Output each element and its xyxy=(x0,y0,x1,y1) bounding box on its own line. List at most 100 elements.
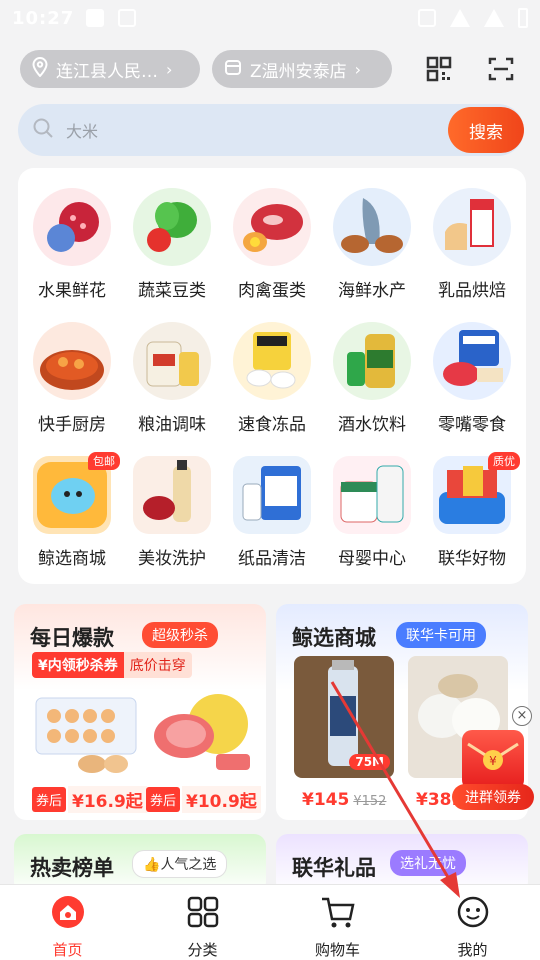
hand-cream-price: ¥145 ¥152 xyxy=(302,790,386,810)
category-label: 水果鲜花 xyxy=(38,281,106,301)
vegetable-icon xyxy=(133,188,211,266)
category-item[interactable]: 海鲜水产 xyxy=(322,188,422,308)
frozen-food-icon xyxy=(233,322,311,400)
category-item[interactable]: 粮油调味 xyxy=(122,322,222,442)
join-group-coupon-button[interactable]: 进群领券 xyxy=(452,784,534,810)
nav-home-label: 首页 xyxy=(52,941,83,959)
category-label: 零嘴零食 xyxy=(438,415,506,435)
hot-ranking-title: 热卖榜单 xyxy=(30,856,114,880)
grain-oil-icon xyxy=(133,322,211,400)
group-coupon-float[interactable]: × ¥ 进群领券 xyxy=(452,706,534,810)
gallery-icon xyxy=(86,9,105,27)
category-item[interactable]: 水果鲜花 xyxy=(22,188,122,308)
gift-tag: 选礼无忧 xyxy=(390,850,466,876)
category-label: 美妆洗护 xyxy=(138,549,206,569)
category-label: 速食冻品 xyxy=(238,415,306,435)
signal-icon xyxy=(484,9,504,27)
category-label: 纸品清洁 xyxy=(238,549,306,569)
volume-badge: 75M xyxy=(349,754,390,770)
quick-kitchen-icon xyxy=(33,322,111,400)
category-label: 海鲜水产 xyxy=(338,281,406,301)
fruit-flower-icon xyxy=(33,188,111,266)
category-label: 鲸选商城 xyxy=(38,549,106,569)
nav-category[interactable]: 分类 xyxy=(135,885,270,960)
daily-deals-title: 每日爆款 xyxy=(30,626,114,650)
location-pin-icon xyxy=(32,56,48,82)
meat-egg-icon xyxy=(233,188,311,266)
category-label: 快手厨房 xyxy=(38,415,106,435)
cart-icon xyxy=(320,895,356,933)
store-selector[interactable]: Z温州安泰店 › xyxy=(212,50,392,88)
category-item[interactable]: 快手厨房 xyxy=(22,322,122,442)
category-item[interactable]: 质优 联华好物 xyxy=(422,452,522,576)
mute-icon xyxy=(418,9,436,27)
seafood-icon xyxy=(333,188,411,266)
hand-cream-product-image: 75M xyxy=(294,656,394,778)
search-icon xyxy=(32,117,54,143)
category-grid: 水果鲜花 蔬菜豆类 肉禽蛋类 海鲜水产 乳品烘焙 快手厨房 粮油调味 速食冻品 … xyxy=(18,168,526,584)
category-item[interactable]: 乳品烘焙 xyxy=(422,188,522,308)
nav-profile-label: 我的 xyxy=(457,941,488,959)
store-label: Z温州安泰店 xyxy=(250,61,347,82)
qr-code-icon[interactable] xyxy=(424,54,454,84)
coupon-sub-label: 底价击穿 xyxy=(123,652,192,678)
eggs-product-image xyxy=(32,684,142,776)
whale-mall-title: 鲸选商城 xyxy=(292,626,376,650)
pomelo-price-value: ¥10.9起 xyxy=(182,785,261,813)
category-item[interactable]: 酒水饮料 xyxy=(322,322,422,442)
quality-badge: 质优 xyxy=(488,452,520,470)
category-item[interactable]: 零嘴零食 xyxy=(422,322,522,442)
status-bar: 10:27 xyxy=(0,0,540,36)
search-button[interactable]: 搜索 xyxy=(448,107,524,153)
search-bar[interactable]: 大米 搜索 xyxy=(18,104,524,156)
nav-profile[interactable]: 我的 xyxy=(405,885,540,960)
battery-icon xyxy=(518,8,528,28)
category-item[interactable]: 蔬菜豆类 xyxy=(122,188,222,308)
scan-icon[interactable] xyxy=(486,54,516,84)
eggs-price-value: ¥16.9起 xyxy=(68,785,147,813)
card-accepted-tag: 联华卡可用 xyxy=(396,622,486,648)
nav-cart-label: 购物车 xyxy=(314,941,360,959)
home-icon xyxy=(51,895,85,933)
flash-coupon-strip: ¥内领秒杀券 底价击穿 xyxy=(32,652,192,678)
category-label: 联华好物 xyxy=(438,549,506,569)
svg-text:¥: ¥ xyxy=(489,754,497,768)
profile-icon xyxy=(456,895,490,933)
hand-cream-price-value: ¥145 xyxy=(302,790,350,810)
bottom-navigation: 首页 分类 购物车 我的 xyxy=(0,884,540,960)
category-label: 母婴中心 xyxy=(338,549,406,569)
status-time: 10:27 xyxy=(12,7,75,29)
flash-sale-tag: 超级秒杀 xyxy=(142,622,218,648)
category-item[interactable]: 美妆洗护 xyxy=(122,456,222,576)
nav-home[interactable]: 首页 xyxy=(0,885,135,960)
popular-tag-label: 人气之选 xyxy=(160,857,217,873)
category-label: 乳品烘焙 xyxy=(438,281,506,301)
popular-tag: 👍人气之选 xyxy=(132,850,228,878)
close-icon[interactable]: × xyxy=(512,706,532,726)
app-notification-icon xyxy=(118,9,137,27)
category-item[interactable]: 纸品清洁 xyxy=(222,456,322,576)
free-shipping-badge: 包邮 xyxy=(88,452,120,470)
category-item[interactable]: 母婴中心 xyxy=(322,456,422,576)
pomelo-product-image xyxy=(146,684,258,776)
store-icon xyxy=(224,58,242,81)
search-placeholder: 大米 xyxy=(66,122,99,141)
beauty-icon xyxy=(133,456,211,534)
after-coupon-label: 券后 xyxy=(146,786,181,812)
category-item[interactable]: 速食冻品 xyxy=(222,322,322,442)
category-item[interactable]: 包邮 鲸选商城 xyxy=(22,452,122,576)
chevron-right-icon: › xyxy=(166,59,173,79)
pomelo-price: 券后 ¥10.9起 xyxy=(146,785,261,813)
nav-cart[interactable]: 购物车 xyxy=(270,885,405,960)
category-grid-icon xyxy=(186,895,220,933)
category-label: 蔬菜豆类 xyxy=(138,281,206,301)
gift-title: 联华礼品 xyxy=(292,856,376,880)
nav-category-label: 分类 xyxy=(187,941,218,959)
address-selector[interactable]: 连江县人民… › xyxy=(20,50,200,88)
eggs-price: 券后 ¥16.9起 xyxy=(32,785,147,813)
category-label: 肉禽蛋类 xyxy=(238,281,306,301)
category-item[interactable]: 肉禽蛋类 xyxy=(222,188,322,308)
wifi-icon xyxy=(450,9,470,27)
drinks-icon xyxy=(333,322,411,400)
chevron-right-icon: › xyxy=(354,59,362,79)
